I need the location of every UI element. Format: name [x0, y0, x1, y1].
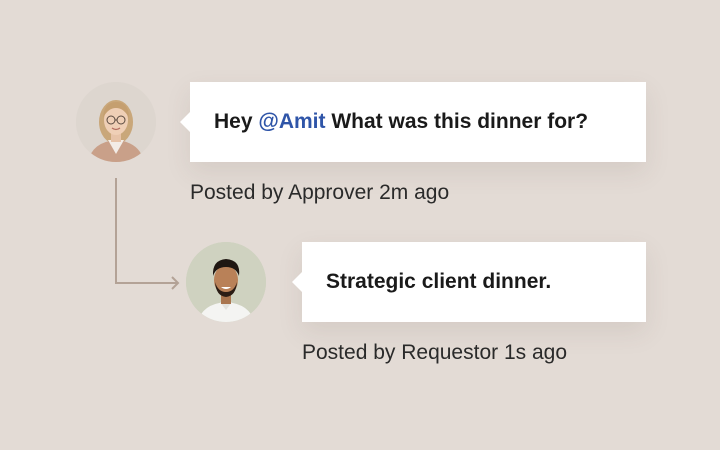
- comment-meta-requestor: Posted by Requestor 1s ago: [302, 341, 568, 364]
- comment-bubble-approver: Hey @Amit What was this dinner for?: [180, 82, 646, 162]
- comment-meta-approver: Posted by Approver 2m ago: [190, 181, 450, 204]
- comment-text-suffix: What was this dinner for?: [325, 110, 589, 133]
- comment-bubble-requestor: Strategic client dinner.: [292, 242, 646, 322]
- requestor-avatar[interactable]: [186, 242, 266, 322]
- thread-connector-arrow: [115, 178, 180, 290]
- mention-link[interactable]: @Amit: [258, 110, 325, 133]
- approver-avatar[interactable]: [76, 82, 156, 162]
- comment-text: Hey @Amit What was this dinner for?: [214, 110, 588, 134]
- comment-text-prefix: Hey: [214, 110, 259, 133]
- comment-text: Strategic client dinner.: [326, 270, 552, 293]
